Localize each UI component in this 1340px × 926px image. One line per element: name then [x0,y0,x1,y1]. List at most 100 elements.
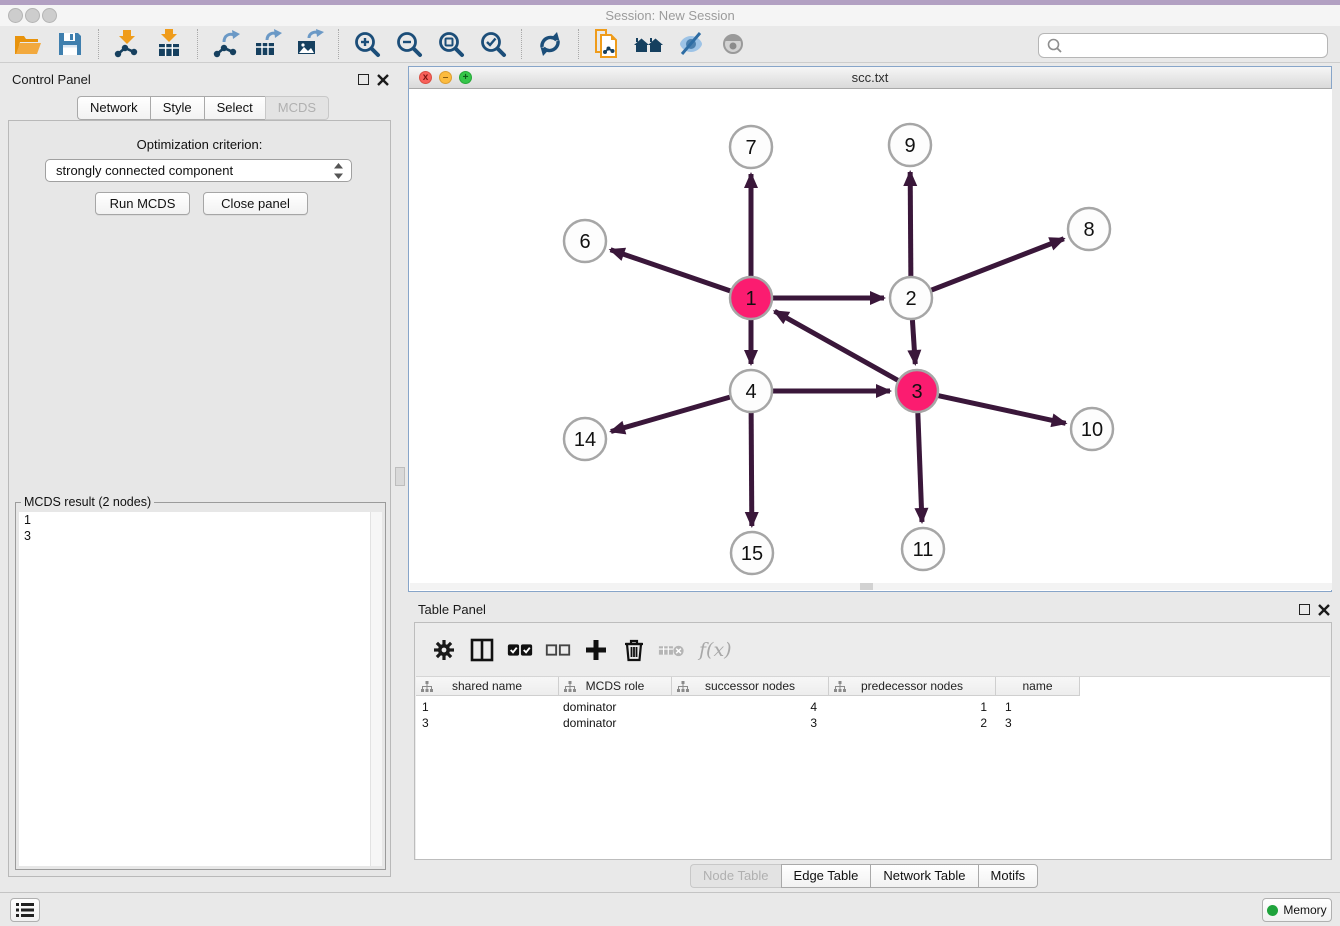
mcds-result-title: MCDS result (2 nodes) [21,495,154,509]
tab-motifs[interactable]: Motifs [978,864,1039,888]
network-canvas[interactable]: 7968124314101511 [410,89,1332,585]
select-all-checkboxes-icon[interactable] [506,636,534,664]
delete-column-trash-icon[interactable] [620,636,648,664]
cell-name[interactable]: 3 [996,716,1080,730]
table-row[interactable]: 3 dominator 3 2 3 [416,715,1330,731]
graph-node-label: 7 [745,137,756,159]
graph-node-label: 8 [1083,219,1094,241]
main-toolbar [0,26,1340,63]
graph-edge[interactable] [611,397,730,431]
close-panel-icon[interactable] [377,74,389,86]
toolbar-separator [338,29,339,59]
graph-node-label: 9 [904,135,915,157]
titlebar: Session: New Session [0,5,1340,26]
table-panel-tabs: Node Table Edge Table Network Table Moti… [690,864,1038,888]
table-row[interactable]: 1 dominator 4 1 1 [416,699,1330,715]
cell-successor-nodes[interactable]: 3 [672,716,829,730]
graph-edge[interactable] [912,320,915,364]
merge-columns-icon[interactable] [468,636,496,664]
tab-style[interactable]: Style [150,96,204,120]
cell-mcds-role[interactable]: dominator [559,700,672,714]
refresh-view-icon[interactable] [535,29,565,59]
network-window: x – + scc.txt 7968124314101511 [408,66,1332,592]
cell-predecessor-nodes[interactable]: 2 [829,716,996,730]
graph-node-label: 11 [913,539,934,561]
tab-select[interactable]: Select [204,96,265,120]
function-builder-icon[interactable]: f(x) [699,639,732,661]
export-table-icon[interactable] [253,29,283,59]
tab-network[interactable]: Network [77,96,150,120]
add-column-icon[interactable] [582,636,610,664]
run-mcds-button[interactable]: Run MCDS [95,192,190,215]
criterion-select[interactable]: strongly connected component [45,159,352,182]
delete-table-icon[interactable] [658,636,686,664]
canvas-hscroll-thumb[interactable] [860,583,873,590]
column-header-name[interactable]: name [996,677,1080,696]
column-header-predecessor-nodes[interactable]: predecessor nodes [829,677,996,696]
open-session-icon[interactable] [13,29,43,59]
close-table-panel-icon[interactable] [1318,604,1330,616]
control-panel-tabs: Network Style Select MCDS [77,96,329,120]
graph-edge[interactable] [611,250,731,291]
graph-edge[interactable] [775,311,898,380]
import-table-icon[interactable] [154,29,184,59]
tab-edge-table[interactable]: Edge Table [781,864,871,888]
zoom-in-icon[interactable] [352,29,382,59]
column-settings-gear-icon[interactable] [430,636,458,664]
status-bar: Memory [0,892,1340,926]
close-panel-button[interactable]: Close panel [203,192,308,215]
memory-status-icon [1267,905,1278,916]
window-title: Session: New Session [0,8,1340,23]
network-bottom-strip [410,583,1332,590]
table-panel-header: Table Panel [408,598,1332,620]
graph-node-label: 15 [741,543,763,565]
search-field[interactable] [1038,33,1328,58]
cell-shared-name[interactable]: 1 [416,700,559,714]
tab-network-table[interactable]: Network Table [870,864,977,888]
home-layout-icon[interactable] [634,29,664,59]
graph-edge[interactable] [938,396,1065,424]
export-image-icon[interactable] [295,29,325,59]
control-panel-title: Control Panel [12,72,91,87]
graph-node-label: 4 [745,381,756,403]
search-input[interactable] [1067,37,1327,54]
cell-successor-nodes[interactable]: 4 [672,700,829,714]
select-stepper-icon [334,163,343,179]
column-header-mcds-role[interactable]: MCDS role [559,677,672,696]
result-scrollbar[interactable] [370,512,382,866]
mcds-result-group: MCDS result (2 nodes) 1 3 [15,502,386,870]
float-panel-icon[interactable] [358,74,369,85]
new-network-from-selection-icon[interactable] [592,29,622,59]
zoom-fit-icon[interactable] [436,29,466,59]
graph-edge[interactable] [918,413,922,522]
tab-mcds[interactable]: MCDS [265,96,329,120]
cell-shared-name[interactable]: 3 [416,716,559,730]
show-eye-icon[interactable] [718,29,748,59]
cell-mcds-role[interactable]: dominator [559,716,672,730]
mcds-panel: Optimization criterion: strongly connect… [8,120,391,877]
cell-name[interactable]: 1 [996,700,1080,714]
deselect-all-checkboxes-icon[interactable] [544,636,572,664]
network-window-titlebar[interactable]: x – + scc.txt [409,67,1331,89]
column-header-successor-nodes[interactable]: successor nodes [672,677,829,696]
tab-node-table[interactable]: Node Table [690,864,781,888]
node-table: shared name MCDS role successor nodes pr… [416,676,1330,859]
export-network-icon[interactable] [211,29,241,59]
graph-node-label: 6 [579,231,590,253]
cell-predecessor-nodes[interactable]: 1 [829,700,996,714]
zoom-selected-icon[interactable] [478,29,508,59]
column-header-shared-name[interactable]: shared name [416,677,559,696]
save-session-icon[interactable] [55,29,85,59]
mcds-result-textarea[interactable]: 1 3 [19,512,382,866]
graph-edge[interactable] [910,172,911,276]
splitter-handle[interactable] [395,467,405,486]
task-history-button[interactable] [10,898,40,922]
float-table-panel-icon[interactable] [1299,604,1310,615]
graph-edge[interactable] [751,413,752,526]
import-network-icon[interactable] [112,29,142,59]
memory-button[interactable]: Memory [1262,898,1332,922]
zoom-out-icon[interactable] [394,29,424,59]
graph-edge[interactable] [932,239,1064,290]
table-header-row: shared name MCDS role successor nodes pr… [416,677,1330,696]
hide-panels-icon[interactable] [676,29,706,59]
